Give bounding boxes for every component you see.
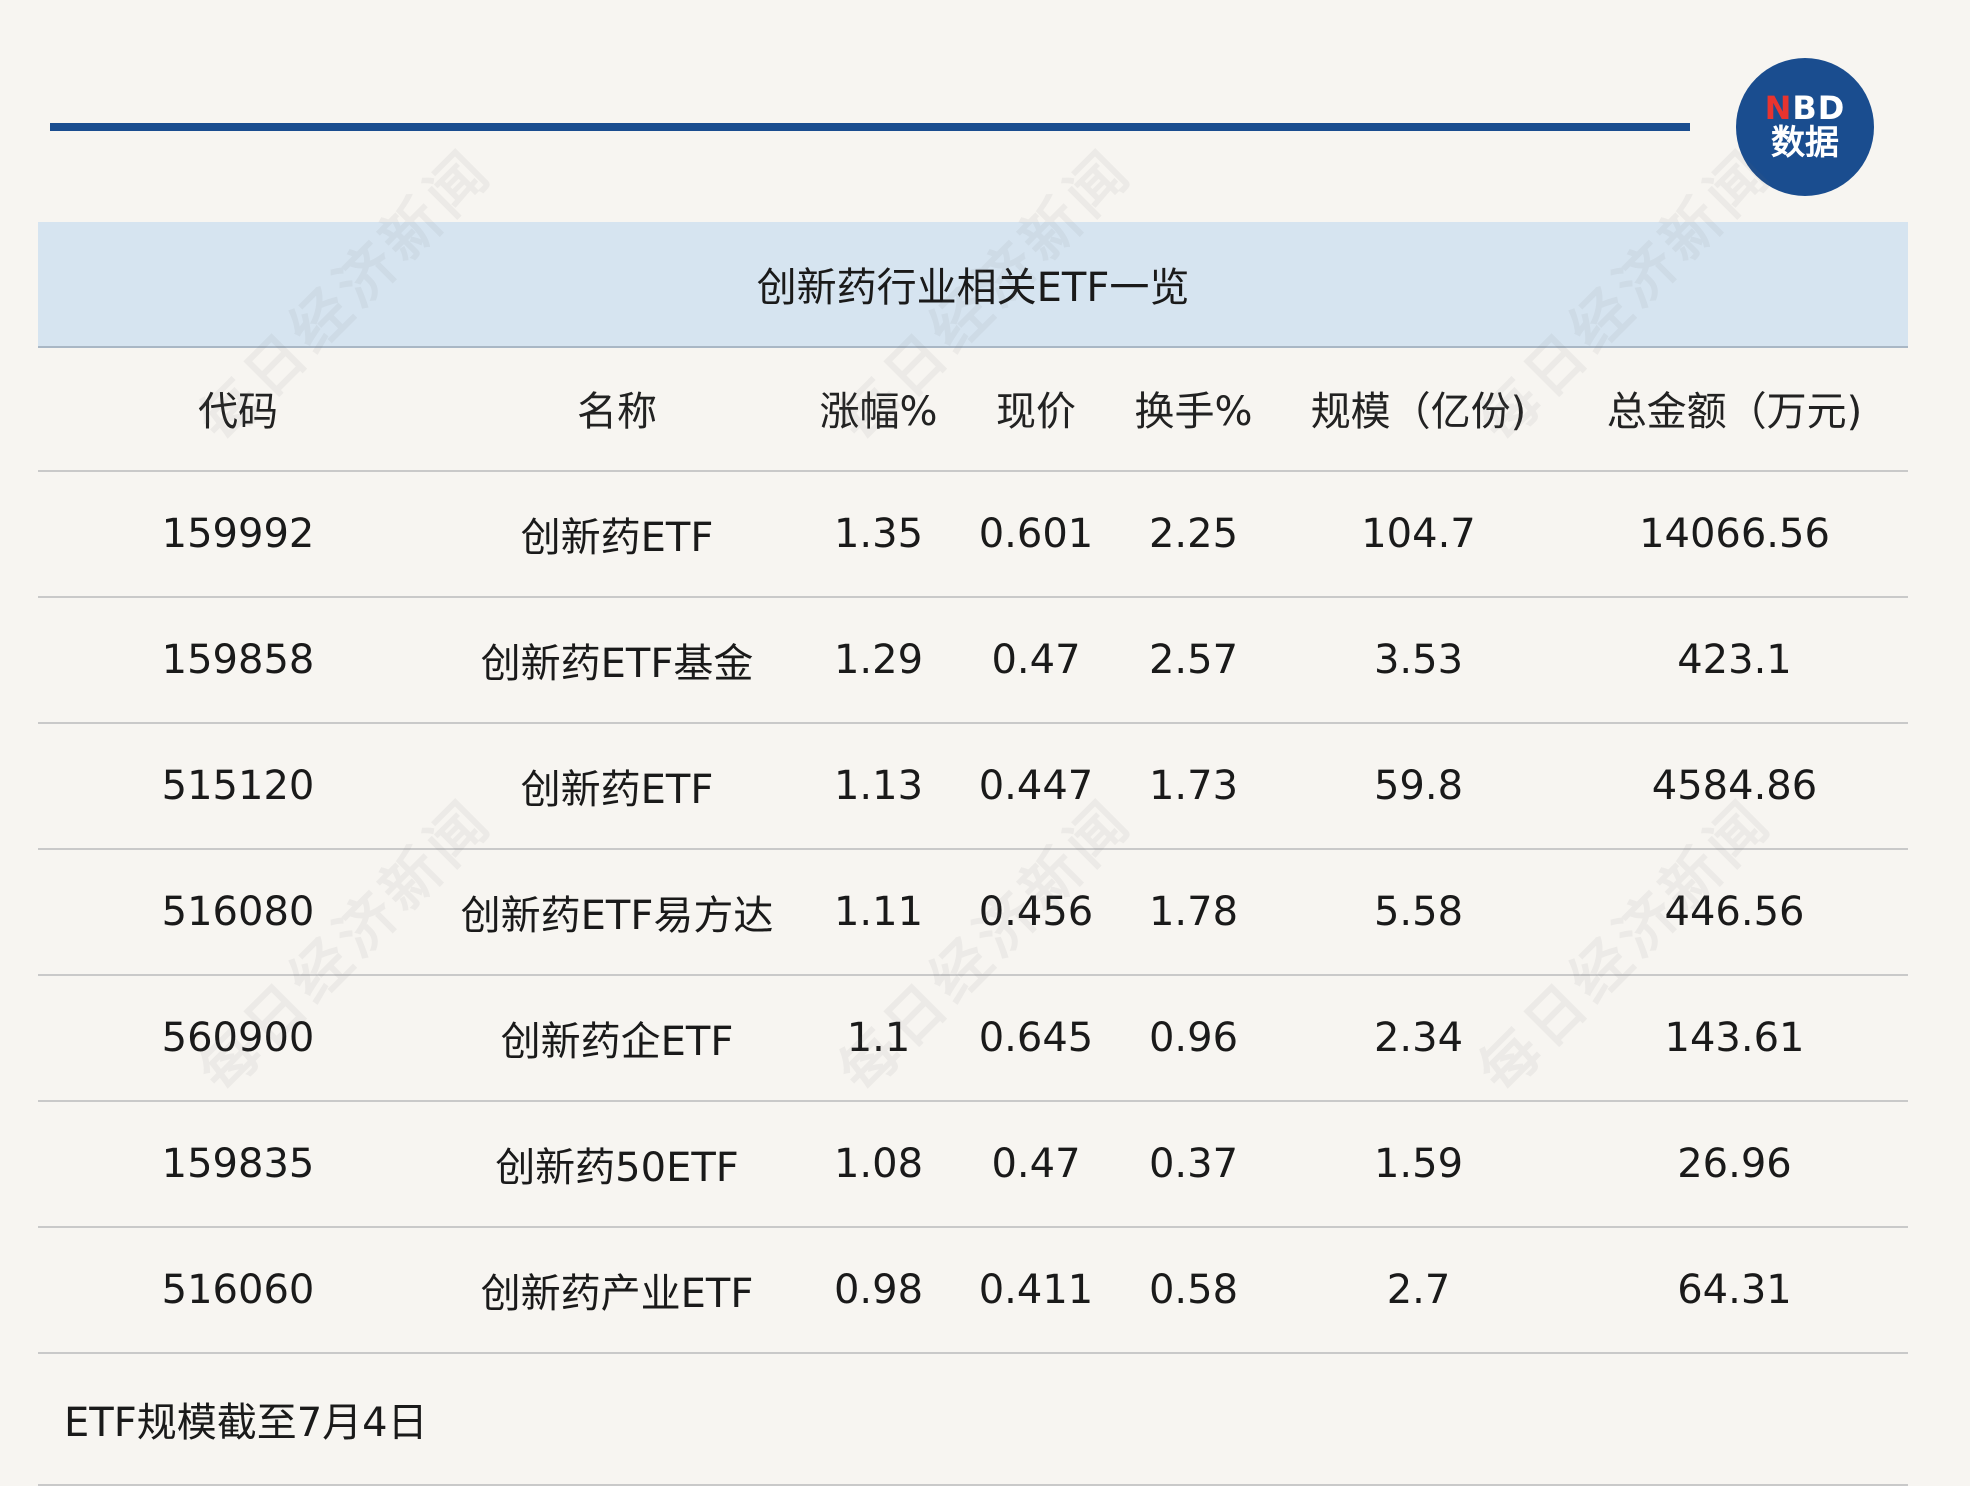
cell-code: 159835	[161, 1141, 315, 1187]
cell-price: 0.47	[991, 1141, 1081, 1187]
cell-name: 创新药ETF	[520, 515, 714, 561]
cell-code: 159858	[161, 637, 315, 683]
header-code: 代码	[198, 389, 278, 435]
cell-name: 创新药ETF易方达	[460, 893, 774, 939]
cell-name: 创新药ETF	[520, 767, 714, 813]
table-row: 516080 创新药ETF易方达 1.11 0.456 1.78 5.58 446.56	[38, 850, 1908, 976]
cell-name: 创新药50ETF	[495, 1145, 739, 1191]
cell-price: 0.47	[991, 637, 1081, 683]
logo-mark: NBD	[1764, 89, 1846, 128]
cell-price: 0.601	[978, 511, 1094, 557]
cell-scale: 2.7	[1386, 1267, 1451, 1313]
cell-scale: 104.7	[1361, 511, 1476, 557]
cell-turnover: 0.37	[1148, 1141, 1239, 1187]
cell-change: 1.11	[833, 889, 924, 935]
table-header-row: 代码 名称 涨幅% 现价 换手% 规模（亿份) 总金额（万元)	[38, 346, 1908, 472]
cell-change: 1.35	[833, 511, 924, 557]
cell-turnover: 2.57	[1148, 637, 1239, 683]
cell-scale: 59.8	[1373, 763, 1464, 809]
cell-scale: 1.59	[1373, 1141, 1464, 1187]
cell-turnover: 1.78	[1148, 889, 1239, 935]
cell-price: 0.456	[978, 889, 1094, 935]
cell-scale: 2.34	[1373, 1015, 1464, 1061]
logo-sub: 数据	[1771, 122, 1839, 163]
cell-change: 1.1	[846, 1015, 911, 1061]
cell-code: 159992	[161, 511, 315, 557]
table-row: 159858 创新药ETF基金 1.29 0.47 2.57 3.53 423.1	[38, 598, 1908, 724]
nbd-data-logo: NBD 数据	[1736, 58, 1874, 196]
cell-change: 1.29	[833, 637, 924, 683]
cell-change: 1.13	[833, 763, 924, 809]
cell-scale: 3.53	[1373, 637, 1464, 683]
table-row: 560900 创新药企ETF 1.1 0.645 0.96 2.34 143.61	[38, 976, 1908, 1102]
header-price: 现价	[996, 389, 1076, 435]
cell-code: 516080	[161, 889, 315, 935]
cell-name: 创新药产业ETF	[480, 1271, 754, 1317]
table-body: 159992 创新药ETF 1.35 0.601 2.25 104.7 14066.56 15…	[38, 472, 1908, 1354]
cell-amount: 446.56	[1664, 889, 1805, 935]
cell-code: 516060	[161, 1267, 315, 1313]
table-row: 159992 创新药ETF 1.35 0.601 2.25 104.7 14066.56	[38, 472, 1908, 598]
header-name: 名称	[577, 389, 657, 435]
cell-price: 0.447	[978, 763, 1094, 809]
header-change: 涨幅%	[819, 389, 938, 435]
cell-name: 创新药ETF基金	[480, 641, 754, 687]
header-scale: 规模（亿份)	[1310, 389, 1527, 435]
table-row: 516060 创新药产业ETF 0.98 0.411 0.58 2.7 64.31	[38, 1228, 1908, 1354]
cell-price: 0.645	[978, 1015, 1094, 1061]
cell-price: 0.411	[978, 1267, 1094, 1313]
header-amount: 总金额（万元)	[1606, 389, 1863, 435]
cell-code: 560900	[161, 1015, 315, 1061]
table-row: 515120 创新药ETF 1.13 0.447 1.73 59.8 4584.86	[38, 724, 1908, 850]
footnote: ETF规模截至7月4日	[38, 1354, 1908, 1486]
cell-name: 创新药企ETF	[500, 1019, 734, 1065]
table-title: 创新药行业相关ETF一览	[38, 222, 1908, 348]
cell-amount: 14066.56	[1639, 511, 1830, 557]
cell-amount: 26.96	[1677, 1141, 1792, 1187]
cell-amount: 4584.86	[1651, 763, 1818, 809]
cell-change: 0.98	[833, 1267, 924, 1313]
cell-scale: 5.58	[1373, 889, 1464, 935]
top-divider	[50, 123, 1690, 131]
cell-amount: 64.31	[1677, 1267, 1792, 1313]
cell-turnover: 0.96	[1148, 1015, 1239, 1061]
cell-turnover: 2.25	[1148, 511, 1239, 557]
cell-amount: 143.61	[1664, 1015, 1805, 1061]
etf-table: 代码 名称 涨幅% 现价 换手% 规模（亿份) 总金额（万元) 159992 创新…	[38, 346, 1908, 1486]
cell-amount: 423.1	[1677, 637, 1792, 683]
table-row: 159835 创新药50ETF 1.08 0.47 0.37 1.59 26.96	[38, 1102, 1908, 1228]
cell-change: 1.08	[833, 1141, 924, 1187]
cell-turnover: 1.73	[1148, 763, 1239, 809]
cell-turnover: 0.58	[1148, 1267, 1239, 1313]
cell-code: 515120	[161, 763, 315, 809]
header-turnover: 换手%	[1134, 389, 1253, 435]
